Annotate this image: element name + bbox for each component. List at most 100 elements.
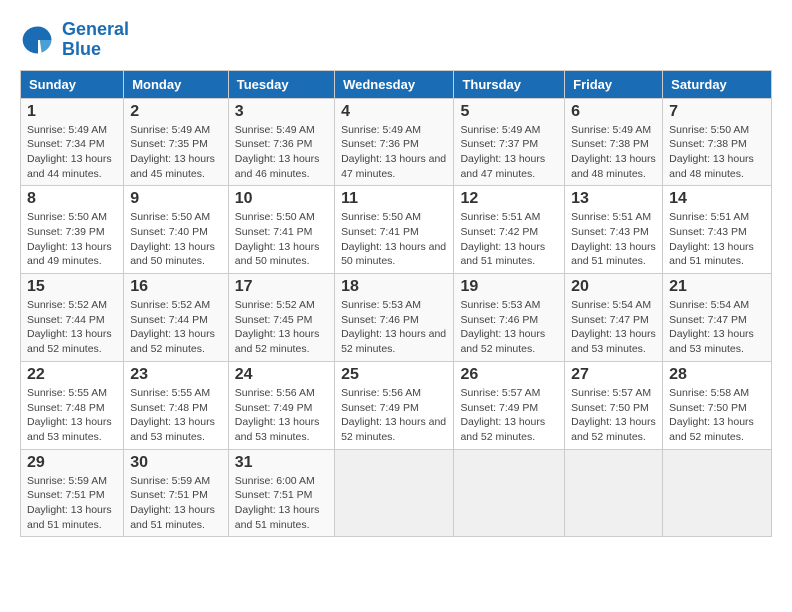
day-header-thursday: Thursday <box>454 70 565 98</box>
calendar-cell: 21 Sunrise: 5:54 AM Sunset: 7:47 PM Dayl… <box>663 274 772 362</box>
day-number: 3 <box>235 103 328 121</box>
day-info: Sunrise: 5:55 AM Sunset: 7:48 PM Dayligh… <box>130 386 222 445</box>
calendar-cell: 9 Sunrise: 5:50 AM Sunset: 7:40 PM Dayli… <box>124 186 229 274</box>
logo-text: General Blue <box>62 20 129 60</box>
day-info: Sunrise: 5:53 AM Sunset: 7:46 PM Dayligh… <box>460 298 558 357</box>
day-info: Sunrise: 5:51 AM Sunset: 7:43 PM Dayligh… <box>571 210 656 269</box>
day-number: 19 <box>460 278 558 296</box>
day-number: 23 <box>130 366 222 384</box>
day-info: Sunrise: 6:00 AM Sunset: 7:51 PM Dayligh… <box>235 474 328 533</box>
calendar-cell: 29 Sunrise: 5:59 AM Sunset: 7:51 PM Dayl… <box>21 449 124 537</box>
day-number: 11 <box>341 190 447 208</box>
week-row-5: 29 Sunrise: 5:59 AM Sunset: 7:51 PM Dayl… <box>21 449 772 537</box>
day-number: 24 <box>235 366 328 384</box>
calendar-cell: 6 Sunrise: 5:49 AM Sunset: 7:38 PM Dayli… <box>565 98 663 186</box>
day-number: 16 <box>130 278 222 296</box>
day-number: 14 <box>669 190 765 208</box>
day-header-sunday: Sunday <box>21 70 124 98</box>
day-number: 21 <box>669 278 765 296</box>
page-header: General Blue <box>20 20 772 60</box>
day-info: Sunrise: 5:59 AM Sunset: 7:51 PM Dayligh… <box>27 474 117 533</box>
calendar-cell: 23 Sunrise: 5:55 AM Sunset: 7:48 PM Dayl… <box>124 361 229 449</box>
day-header-wednesday: Wednesday <box>335 70 454 98</box>
day-number: 5 <box>460 103 558 121</box>
calendar-cell: 19 Sunrise: 5:53 AM Sunset: 7:46 PM Dayl… <box>454 274 565 362</box>
day-info: Sunrise: 5:50 AM Sunset: 7:41 PM Dayligh… <box>341 210 447 269</box>
day-info: Sunrise: 5:49 AM Sunset: 7:38 PM Dayligh… <box>571 123 656 182</box>
day-number: 28 <box>669 366 765 384</box>
day-info: Sunrise: 5:52 AM Sunset: 7:44 PM Dayligh… <box>130 298 222 357</box>
calendar-cell <box>663 449 772 537</box>
calendar-cell: 18 Sunrise: 5:53 AM Sunset: 7:46 PM Dayl… <box>335 274 454 362</box>
calendar-cell: 20 Sunrise: 5:54 AM Sunset: 7:47 PM Dayl… <box>565 274 663 362</box>
logo-line2: Blue <box>62 40 129 60</box>
calendar-cell: 13 Sunrise: 5:51 AM Sunset: 7:43 PM Dayl… <box>565 186 663 274</box>
days-header-row: SundayMondayTuesdayWednesdayThursdayFrid… <box>21 70 772 98</box>
week-row-1: 1 Sunrise: 5:49 AM Sunset: 7:34 PM Dayli… <box>21 98 772 186</box>
calendar-cell: 31 Sunrise: 6:00 AM Sunset: 7:51 PM Dayl… <box>228 449 334 537</box>
day-info: Sunrise: 5:49 AM Sunset: 7:37 PM Dayligh… <box>460 123 558 182</box>
day-info: Sunrise: 5:50 AM Sunset: 7:41 PM Dayligh… <box>235 210 328 269</box>
calendar-cell <box>454 449 565 537</box>
calendar-cell: 4 Sunrise: 5:49 AM Sunset: 7:36 PM Dayli… <box>335 98 454 186</box>
day-number: 22 <box>27 366 117 384</box>
day-number: 2 <box>130 103 222 121</box>
calendar-cell: 17 Sunrise: 5:52 AM Sunset: 7:45 PM Dayl… <box>228 274 334 362</box>
day-info: Sunrise: 5:49 AM Sunset: 7:36 PM Dayligh… <box>235 123 328 182</box>
day-info: Sunrise: 5:54 AM Sunset: 7:47 PM Dayligh… <box>571 298 656 357</box>
day-number: 17 <box>235 278 328 296</box>
day-info: Sunrise: 5:57 AM Sunset: 7:49 PM Dayligh… <box>460 386 558 445</box>
calendar-cell: 11 Sunrise: 5:50 AM Sunset: 7:41 PM Dayl… <box>335 186 454 274</box>
week-row-4: 22 Sunrise: 5:55 AM Sunset: 7:48 PM Dayl… <box>21 361 772 449</box>
day-info: Sunrise: 5:53 AM Sunset: 7:46 PM Dayligh… <box>341 298 447 357</box>
day-number: 13 <box>571 190 656 208</box>
day-header-monday: Monday <box>124 70 229 98</box>
day-info: Sunrise: 5:50 AM Sunset: 7:39 PM Dayligh… <box>27 210 117 269</box>
calendar-cell: 3 Sunrise: 5:49 AM Sunset: 7:36 PM Dayli… <box>228 98 334 186</box>
day-number: 20 <box>571 278 656 296</box>
day-number: 26 <box>460 366 558 384</box>
day-info: Sunrise: 5:57 AM Sunset: 7:50 PM Dayligh… <box>571 386 656 445</box>
day-number: 10 <box>235 190 328 208</box>
calendar-cell: 24 Sunrise: 5:56 AM Sunset: 7:49 PM Dayl… <box>228 361 334 449</box>
day-header-friday: Friday <box>565 70 663 98</box>
calendar-cell: 14 Sunrise: 5:51 AM Sunset: 7:43 PM Dayl… <box>663 186 772 274</box>
calendar-cell: 5 Sunrise: 5:49 AM Sunset: 7:37 PM Dayli… <box>454 98 565 186</box>
day-number: 25 <box>341 366 447 384</box>
calendar-cell: 26 Sunrise: 5:57 AM Sunset: 7:49 PM Dayl… <box>454 361 565 449</box>
day-info: Sunrise: 5:51 AM Sunset: 7:43 PM Dayligh… <box>669 210 765 269</box>
calendar-cell: 28 Sunrise: 5:58 AM Sunset: 7:50 PM Dayl… <box>663 361 772 449</box>
day-number: 1 <box>27 103 117 121</box>
logo: General Blue <box>20 20 129 60</box>
day-number: 15 <box>27 278 117 296</box>
day-number: 6 <box>571 103 656 121</box>
calendar-cell <box>565 449 663 537</box>
day-number: 9 <box>130 190 222 208</box>
calendar-cell: 22 Sunrise: 5:55 AM Sunset: 7:48 PM Dayl… <box>21 361 124 449</box>
day-info: Sunrise: 5:51 AM Sunset: 7:42 PM Dayligh… <box>460 210 558 269</box>
day-info: Sunrise: 5:52 AM Sunset: 7:45 PM Dayligh… <box>235 298 328 357</box>
day-number: 18 <box>341 278 447 296</box>
day-number: 31 <box>235 454 328 472</box>
calendar-cell: 30 Sunrise: 5:59 AM Sunset: 7:51 PM Dayl… <box>124 449 229 537</box>
day-header-tuesday: Tuesday <box>228 70 334 98</box>
day-number: 7 <box>669 103 765 121</box>
week-row-3: 15 Sunrise: 5:52 AM Sunset: 7:44 PM Dayl… <box>21 274 772 362</box>
calendar-cell: 8 Sunrise: 5:50 AM Sunset: 7:39 PM Dayli… <box>21 186 124 274</box>
calendar-table: SundayMondayTuesdayWednesdayThursdayFrid… <box>20 70 772 538</box>
day-info: Sunrise: 5:56 AM Sunset: 7:49 PM Dayligh… <box>235 386 328 445</box>
calendar-cell: 25 Sunrise: 5:56 AM Sunset: 7:49 PM Dayl… <box>335 361 454 449</box>
calendar-cell: 27 Sunrise: 5:57 AM Sunset: 7:50 PM Dayl… <box>565 361 663 449</box>
logo-line1: General <box>62 19 129 39</box>
calendar-cell: 16 Sunrise: 5:52 AM Sunset: 7:44 PM Dayl… <box>124 274 229 362</box>
day-info: Sunrise: 5:49 AM Sunset: 7:34 PM Dayligh… <box>27 123 117 182</box>
calendar-cell: 1 Sunrise: 5:49 AM Sunset: 7:34 PM Dayli… <box>21 98 124 186</box>
day-info: Sunrise: 5:52 AM Sunset: 7:44 PM Dayligh… <box>27 298 117 357</box>
calendar-cell: 12 Sunrise: 5:51 AM Sunset: 7:42 PM Dayl… <box>454 186 565 274</box>
day-number: 4 <box>341 103 447 121</box>
day-number: 30 <box>130 454 222 472</box>
day-info: Sunrise: 5:55 AM Sunset: 7:48 PM Dayligh… <box>27 386 117 445</box>
calendar-cell: 2 Sunrise: 5:49 AM Sunset: 7:35 PM Dayli… <box>124 98 229 186</box>
day-info: Sunrise: 5:54 AM Sunset: 7:47 PM Dayligh… <box>669 298 765 357</box>
day-number: 12 <box>460 190 558 208</box>
